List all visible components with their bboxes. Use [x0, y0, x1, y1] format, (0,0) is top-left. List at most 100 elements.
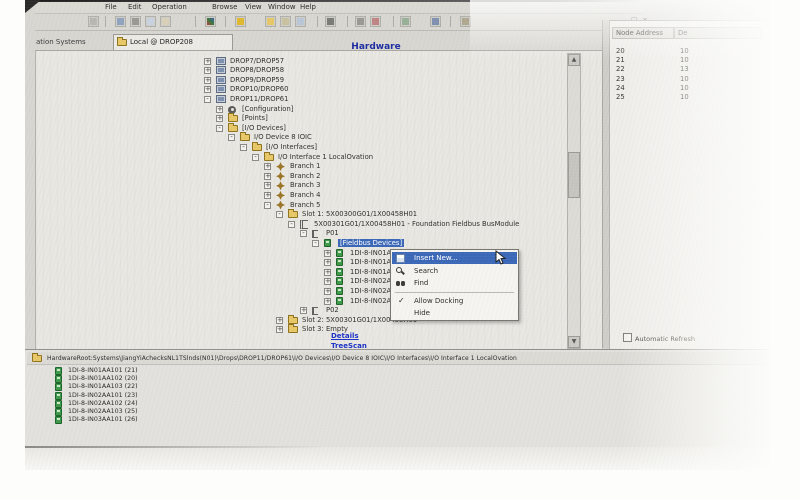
tree-node-label[interactable]: [I/O Devices] — [242, 124, 286, 132]
menu-browse[interactable]: Browse — [212, 3, 238, 11]
collapse-icon[interactable]: - — [216, 125, 223, 132]
menu-view[interactable]: View — [245, 3, 262, 11]
collapse-icon[interactable]: - — [312, 240, 319, 247]
context-menu-item-search[interactable]: Search — [392, 265, 517, 277]
node-address-cell[interactable]: 24 — [616, 84, 625, 92]
collapse-icon[interactable]: - — [300, 230, 307, 237]
tree-node-label[interactable]: DROP9/DROP59 — [230, 76, 284, 84]
column-header-node-address[interactable]: Node Address — [612, 27, 674, 39]
collapse-icon[interactable]: - — [288, 221, 295, 228]
expand-icon[interactable]: + — [300, 307, 307, 314]
expand-icon[interactable]: + — [276, 317, 283, 324]
undo-icon[interactable] — [115, 16, 126, 27]
delete-icon[interactable] — [370, 16, 381, 27]
scrollbar-thumb[interactable] — [568, 152, 580, 198]
device-icon — [336, 287, 343, 295]
expand-icon[interactable]: + — [324, 259, 331, 266]
camera-icon[interactable] — [325, 16, 336, 27]
expand-icon[interactable]: + — [216, 106, 223, 113]
filter-icon[interactable] — [235, 16, 246, 27]
expand-icon[interactable]: + — [264, 163, 271, 170]
tree-node-label[interactable]: Branch 3 — [290, 181, 320, 189]
node-address-cell[interactable]: 23 — [616, 75, 625, 83]
menu-help[interactable]: Help — [300, 3, 316, 11]
tree-node-label[interactable]: Branch 4 — [290, 191, 320, 199]
scroll-up-icon[interactable]: ▲ — [568, 54, 580, 66]
tree-node-label[interactable]: DROP8/DROP58 — [230, 66, 284, 74]
tree-node-label[interactable]: P02 — [326, 306, 339, 314]
expand-icon[interactable]: + — [324, 298, 331, 305]
expand-icon[interactable]: + — [216, 115, 223, 122]
tree-node-label[interactable]: [Configuration] — [242, 105, 293, 113]
select-icon[interactable] — [355, 16, 366, 27]
collapse-icon[interactable]: - — [276, 211, 283, 218]
tree-scrollbar[interactable]: ▲ ▼ — [567, 53, 581, 349]
expand-icon[interactable]: + — [324, 269, 331, 276]
copy-icon[interactable] — [145, 16, 156, 27]
export-icon[interactable] — [295, 16, 306, 27]
tree-node-label[interactable]: [I/O Interfaces] — [266, 143, 317, 151]
tree-node-label[interactable]: Branch 5 — [290, 201, 320, 209]
collapse-icon[interactable]: - — [204, 96, 211, 103]
details-link[interactable]: Details — [331, 332, 359, 340]
menu-window[interactable]: Window — [268, 3, 296, 11]
tree-node-label[interactable]: P01 — [326, 229, 339, 237]
tree-node-label[interactable]: DROP7/DROP57 — [230, 57, 284, 65]
device-cell[interactable]: 10 — [680, 56, 689, 64]
node-address-cell[interactable]: 25 — [616, 93, 625, 101]
collapse-icon[interactable]: - — [252, 154, 259, 161]
context-menu-item-allow-docking[interactable]: ✓Allow Docking — [392, 295, 517, 307]
expand-icon[interactable]: + — [324, 250, 331, 257]
cut-icon[interactable] — [130, 16, 141, 27]
paste-icon[interactable] — [160, 16, 171, 27]
expand-icon[interactable]: + — [264, 192, 271, 199]
expand-icon[interactable]: + — [324, 278, 331, 285]
context-menu-item-find[interactable]: Find — [392, 277, 517, 289]
open-icon[interactable] — [265, 16, 276, 27]
device-cell[interactable]: 10 — [680, 84, 689, 92]
expand-icon[interactable]: + — [264, 182, 271, 189]
collapse-icon[interactable]: - — [228, 134, 235, 141]
device-cell[interactable]: 10 — [680, 93, 689, 101]
expand-icon[interactable]: + — [264, 173, 271, 180]
expand-icon[interactable]: + — [276, 326, 283, 333]
context-menu-item-hide[interactable]: Hide — [392, 307, 517, 319]
tree-node-label[interactable]: 5X00301G01/1X00458H01 - Foundation Field… — [314, 220, 519, 228]
checkbox-icon[interactable] — [623, 333, 632, 342]
node-address-cell[interactable]: 21 — [616, 56, 625, 64]
expand-icon[interactable]: + — [204, 77, 211, 84]
expand-icon[interactable]: + — [204, 58, 211, 65]
device-cell[interactable]: 10 — [680, 47, 689, 55]
expand-icon[interactable]: + — [324, 288, 331, 295]
tree-node-label[interactable]: [Points] — [242, 114, 268, 122]
collapse-icon[interactable]: - — [264, 202, 271, 209]
collapse-icon[interactable]: - — [240, 144, 247, 151]
menu-edit[interactable]: Edit — [128, 3, 142, 11]
tree-node-label[interactable]: Branch 2 — [290, 172, 320, 180]
column-header-device[interactable]: De — [674, 27, 762, 39]
refresh-icon[interactable] — [400, 16, 411, 27]
import-icon[interactable] — [280, 16, 291, 27]
tree-node-label[interactable]: I/O Device 8 IOIC — [254, 133, 312, 141]
print-icon[interactable] — [88, 16, 99, 27]
automatic-refresh-checkbox[interactable]: Automatic Refresh — [623, 333, 695, 343]
node-address-cell[interactable]: 22 — [616, 65, 625, 73]
tree-node-label[interactable]: I/O Interface 1 LocalOvation — [278, 153, 373, 161]
help-icon[interactable] — [460, 16, 471, 27]
tree-node-label[interactable]: Branch 1 — [290, 162, 320, 170]
tab-local-drop208[interactable]: Local @ DROP208 — [113, 34, 233, 50]
device-cell[interactable]: 10 — [680, 75, 689, 83]
find-icon[interactable] — [430, 16, 441, 27]
tree-node-label[interactable]: [Fieldbus Devices] — [338, 239, 404, 247]
menu-file[interactable]: File — [105, 3, 117, 11]
device-cell[interactable]: 13 — [680, 65, 689, 73]
node-address-cell[interactable]: 20 — [616, 47, 625, 55]
scroll-down-icon[interactable]: ▼ — [568, 336, 580, 348]
tree-node-label[interactable]: DROP11/DROP61 — [230, 95, 288, 103]
tree-node-label[interactable]: DROP10/DROP60 — [230, 85, 288, 93]
expand-icon[interactable]: + — [204, 86, 211, 93]
tree-node-label[interactable]: Slot 1: 5X00300G01/1X00458H01 — [302, 210, 417, 218]
expand-icon[interactable]: + — [204, 67, 211, 74]
palette-icon[interactable] — [205, 16, 216, 27]
menu-operation[interactable]: Operation — [152, 3, 187, 11]
